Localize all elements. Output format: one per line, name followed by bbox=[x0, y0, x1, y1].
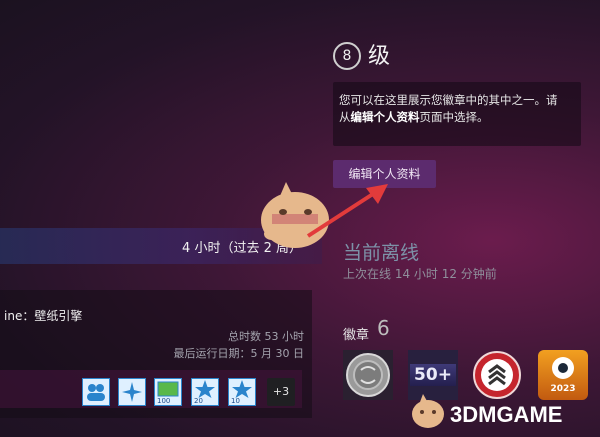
badge-tip-box: 您可以在这里展示您徽章中的其中之一。请 从编辑个人资料页面中选择。 bbox=[333, 82, 581, 146]
badge-tip-line1: 您可以在这里展示您徽章中的其中之一。请 bbox=[339, 93, 558, 107]
level-badge: 8 bbox=[333, 42, 361, 70]
badge-tip-prefix: 从 bbox=[339, 110, 351, 124]
level-50-badge-text: 50+ bbox=[410, 364, 456, 386]
online-status: 当前离线 bbox=[343, 242, 420, 264]
achievement-count: 100 bbox=[157, 397, 171, 405]
star-icon[interactable]: 10 bbox=[228, 378, 256, 406]
achievement-count: 20 bbox=[194, 397, 203, 405]
edit-profile-link[interactable]: 编辑个人资料 bbox=[351, 110, 420, 124]
achievement-strip: 100 20 10 +3 bbox=[0, 370, 302, 408]
achievement-count: 10 bbox=[231, 397, 240, 405]
sparkle-icon[interactable] bbox=[118, 378, 146, 406]
badge-tip-suffix: 页面中选择。 bbox=[419, 110, 489, 124]
star-icon[interactable]: 20 bbox=[191, 378, 219, 406]
badge-tip-text: 您可以在这里展示您徽章中的其中之一。请 从编辑个人资料页面中选择。 bbox=[339, 92, 573, 126]
game-card[interactable]: ine：壁纸引擎 总时数 53 小时 最后运行日期：5 月 30 日 100 2… bbox=[0, 290, 312, 418]
last-online-text: 上次在线 14 小时 12 分钟前 bbox=[343, 267, 497, 281]
level-label: 级 bbox=[368, 44, 391, 69]
steam-2023-badge-icon[interactable]: 2023 bbox=[538, 350, 588, 400]
steam-logo-icon bbox=[552, 357, 574, 379]
pointer-arrow-icon bbox=[306, 184, 388, 238]
rank-shield-badge-icon[interactable] bbox=[472, 350, 522, 400]
badges-label[interactable]: 徽章 bbox=[343, 324, 369, 343]
badges-count[interactable]: 6 bbox=[377, 316, 390, 340]
silver-coin-badge-icon[interactable] bbox=[343, 350, 393, 400]
watermark-text: 3DMGAME bbox=[450, 402, 563, 427]
level-number: 8 bbox=[342, 48, 352, 64]
total-hours: 总时数 53 小时 bbox=[228, 330, 304, 343]
more-achievements-button[interactable]: +3 bbox=[267, 378, 295, 406]
game-name[interactable]: ine：壁纸引擎 bbox=[4, 307, 82, 324]
last-played: 最后运行日期：5 月 30 日 bbox=[173, 347, 305, 360]
watermark-mascot-icon bbox=[412, 394, 444, 428]
image-icon[interactable]: 100 bbox=[154, 378, 182, 406]
steam-badge-year: 2023 bbox=[550, 384, 576, 394]
group-icon[interactable] bbox=[82, 378, 110, 406]
